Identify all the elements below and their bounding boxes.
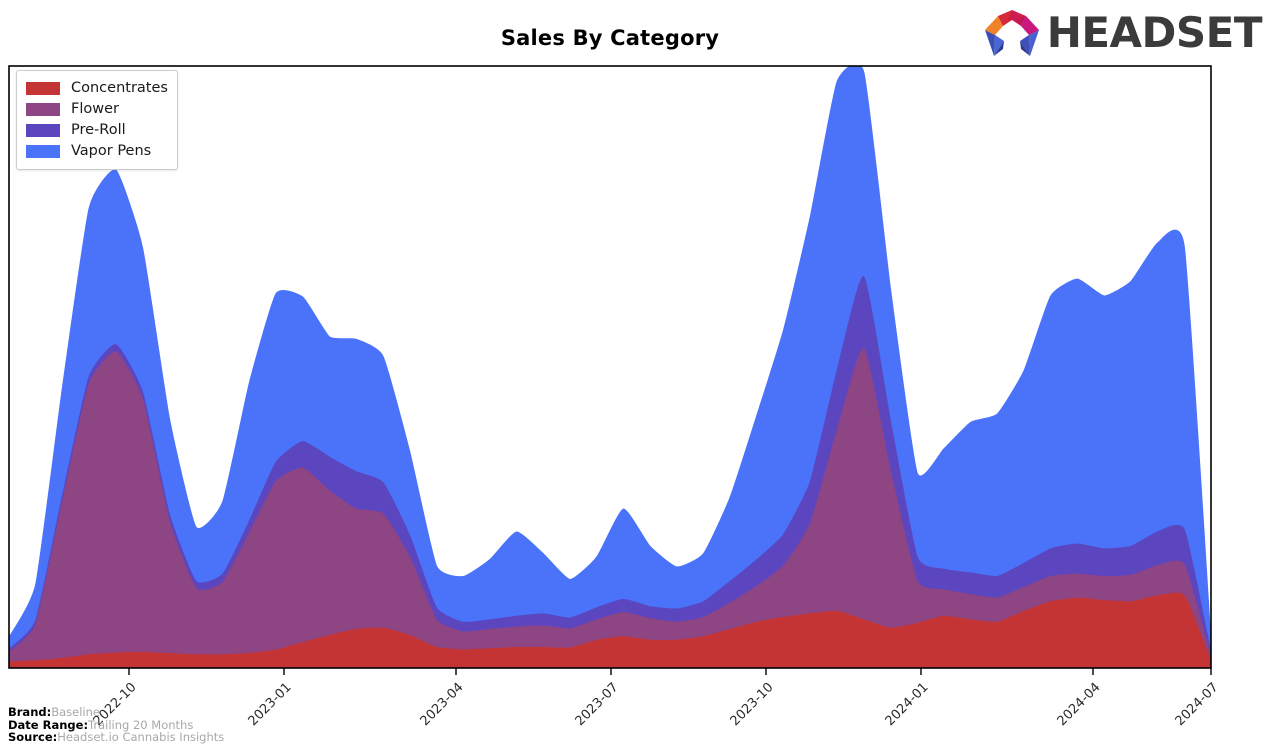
legend-item[interactable]: Pre-Roll <box>26 120 168 140</box>
chart-legend[interactable]: Concentrates Flower Pre-Roll Vapor Pens <box>16 70 178 170</box>
legend-item-label: Pre-Roll <box>71 121 126 138</box>
stacked-area-chart <box>8 65 1212 675</box>
legend-swatch-icon <box>26 123 60 137</box>
legend-item-label: Concentrates <box>71 79 168 96</box>
chart-page: Sales By Category HEADSET Concentrates F… <box>0 0 1276 748</box>
legend-swatch-icon <box>26 81 60 95</box>
x-axis-ticks <box>128 668 1212 675</box>
legend-item-label: Vapor Pens <box>71 142 152 159</box>
legend-item[interactable]: Concentrates <box>26 78 168 98</box>
chart-footer: Brand:Baseline Date Range:Trailing 20 Mon… <box>8 706 224 744</box>
legend-item[interactable]: Flower <box>26 99 168 119</box>
legend-item-label: Flower <box>71 100 119 117</box>
footer-row: Source:Headset.io Cannabis Insights <box>8 731 224 744</box>
footer-label: Source: <box>8 730 58 745</box>
plot-area <box>0 0 1276 748</box>
legend-swatch-icon <box>26 102 60 116</box>
area-series-group <box>9 66 1211 668</box>
legend-swatch-icon <box>26 144 60 158</box>
footer-value: Headset.io Cannabis Insights <box>57 730 225 745</box>
legend-item[interactable]: Vapor Pens <box>26 141 168 161</box>
